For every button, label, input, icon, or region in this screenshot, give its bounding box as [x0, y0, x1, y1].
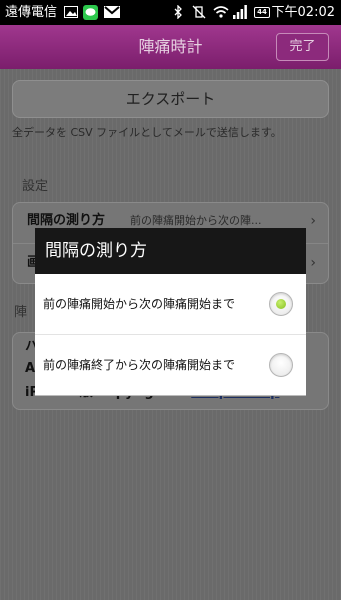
carrier-name: 遠傳電信 — [5, 5, 58, 20]
option-start-to-start[interactable]: 前の陣痛開始から次の陣痛開始まで — [35, 274, 306, 335]
option-label: 前の陣痛開始から次の陣痛開始まで — [43, 297, 236, 311]
image-icon — [64, 6, 78, 18]
signal-icon — [233, 5, 247, 19]
status-bar: 遠傳電信 44 下午02:02 — [0, 0, 341, 25]
done-button[interactable]: 完了 — [276, 33, 329, 61]
export-button[interactable]: エクスポート — [12, 80, 329, 118]
dialog-title: 間隔の測り方 — [45, 241, 147, 261]
status-time: 下午02:02 — [271, 5, 335, 20]
vibrate-icon — [192, 5, 206, 19]
settings-row-label: 間隔の測り方 — [27, 213, 106, 228]
option-end-to-start[interactable]: 前の陣痛終了から次の陣痛開始まで — [35, 335, 306, 395]
radio-selected-icon[interactable] — [269, 292, 293, 316]
about-heading: 陣 — [14, 305, 28, 320]
chevron-right-icon: › — [310, 213, 316, 229]
interval-method-dialog: 間隔の測り方 前の陣痛開始から次の陣痛開始まで 前の陣痛終了から次の陣痛開始まで — [35, 228, 306, 396]
settings-heading: 設定 — [22, 179, 49, 194]
radio-dot — [276, 299, 286, 309]
dialog-body: 前の陣痛開始から次の陣痛開始まで 前の陣痛終了から次の陣痛開始まで — [35, 274, 306, 396]
export-description: 全データを CSV ファイルとしてメールで送信します。 — [12, 126, 282, 139]
wifi-icon — [213, 6, 229, 18]
settings-row-value: 前の陣痛開始から次の陣... — [130, 214, 262, 227]
bluetooth-icon — [174, 5, 182, 19]
title-bar: 陣痛時計 完了 — [0, 25, 341, 69]
dialog-header: 間隔の測り方 — [35, 228, 306, 274]
about-line: A — [25, 361, 36, 376]
chevron-right-icon: › — [310, 255, 316, 271]
battery-icon: 44 — [254, 7, 270, 18]
option-label: 前の陣痛終了から次の陣痛開始まで — [43, 358, 236, 372]
gmail-icon — [104, 6, 120, 18]
line-app-icon — [83, 5, 98, 20]
radio-unselected-icon[interactable] — [269, 353, 293, 377]
